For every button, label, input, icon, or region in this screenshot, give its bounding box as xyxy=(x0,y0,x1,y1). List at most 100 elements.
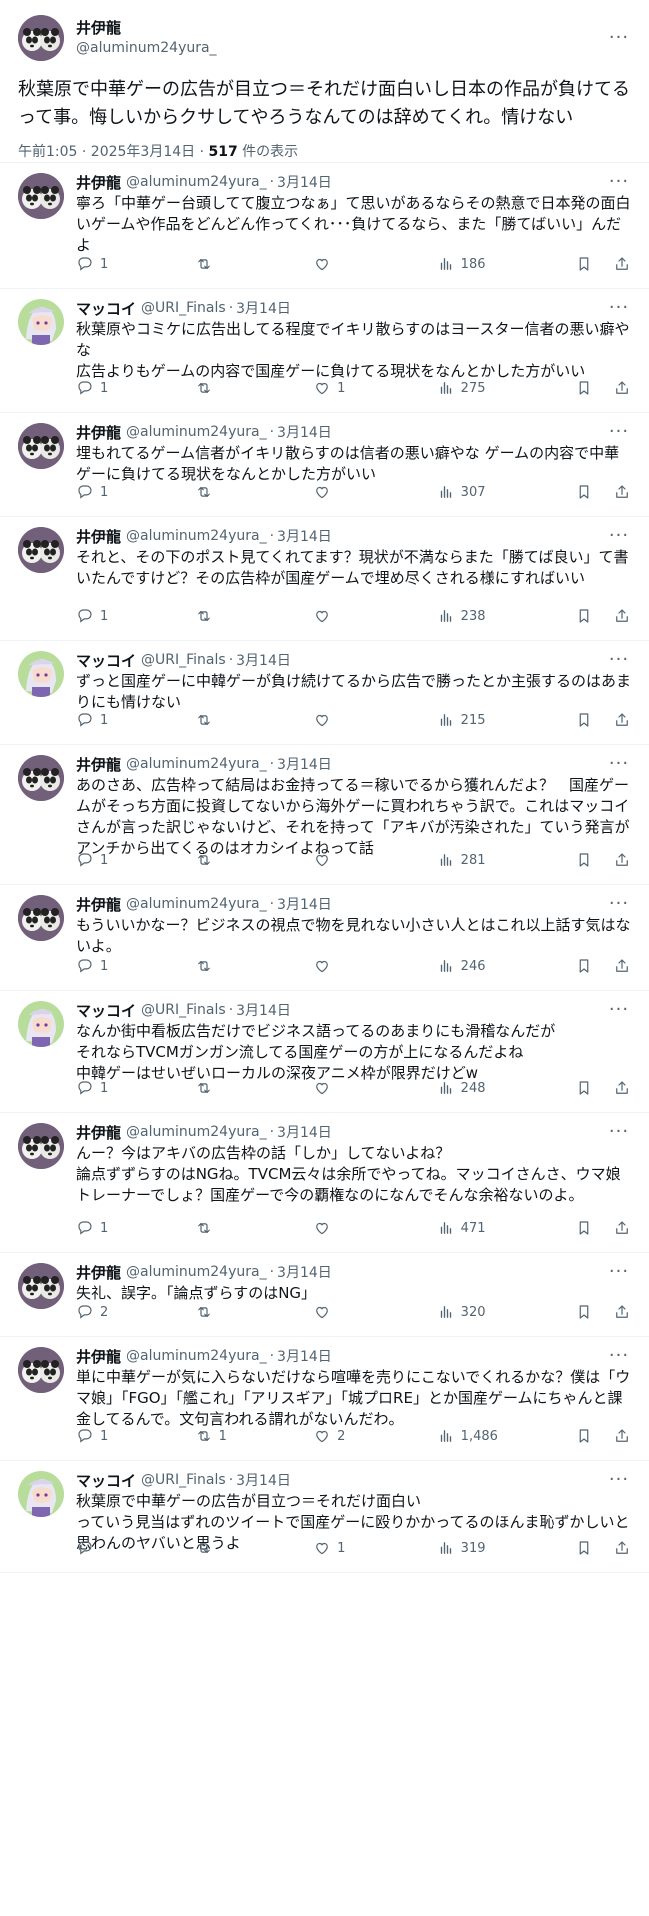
display-name[interactable]: マッコイ xyxy=(76,1470,136,1491)
more-options-icon[interactable]: ··· xyxy=(607,755,631,773)
user-handle[interactable]: @URI_Finals xyxy=(141,1002,226,1018)
reply-post[interactable]: 井伊龍 @aluminum24yura_ · 3月14日 ··· 埋もれてるゲーム信者がイ… xyxy=(0,413,649,517)
post-date[interactable]: 3月14日 xyxy=(277,422,332,442)
display-name[interactable]: 井伊龍 xyxy=(76,1262,121,1283)
like-button[interactable] xyxy=(313,255,437,273)
bookmark-button[interactable] xyxy=(575,1303,593,1321)
retweet-button[interactable] xyxy=(195,957,314,975)
post-date[interactable]: 3月14日 xyxy=(277,1346,332,1366)
reply-button[interactable]: 1 xyxy=(76,1427,195,1445)
more-options-icon[interactable]: ··· xyxy=(607,1123,631,1141)
share-button[interactable] xyxy=(613,1427,631,1445)
bookmark-button[interactable] xyxy=(575,255,593,273)
avatar[interactable] xyxy=(18,299,64,345)
retweet-button[interactable] xyxy=(195,711,314,729)
reply-button[interactable]: 1 xyxy=(76,483,195,501)
views-button[interactable]: 471 xyxy=(437,1219,575,1237)
reply-post[interactable]: マッコイ @URI_Finals · 3月14日 ··· なんか街中看板広告だけでビジネス… xyxy=(0,991,649,1113)
share-button[interactable] xyxy=(613,1219,631,1237)
display-name[interactable]: マッコイ xyxy=(76,1000,136,1021)
reply-post[interactable]: マッコイ @URI_Finals · 3月14日 ··· ずっと国産ゲーに中韓ゲーが負け続… xyxy=(0,641,649,745)
display-name[interactable]: マッコイ xyxy=(76,650,136,671)
reply-post[interactable]: 井伊龍 @aluminum24yura_ · 3月14日 ··· 寧ろ「中華ゲー台頭してて… xyxy=(0,163,649,289)
reply-button[interactable]: 1 xyxy=(76,379,195,397)
reply-post[interactable]: 井伊龍 @aluminum24yura_ · 3月14日 ··· 失礼、誤字。「論点ずらす… xyxy=(0,1253,649,1337)
user-handle[interactable]: @aluminum24yura_ xyxy=(126,1348,267,1364)
views-button[interactable]: 319 xyxy=(437,1539,575,1557)
retweet-button[interactable] xyxy=(195,607,314,625)
reply-button[interactable]: 1 xyxy=(76,607,195,625)
avatar[interactable] xyxy=(18,755,64,801)
reply-post[interactable]: 井伊龍 @aluminum24yura_ · 3月14日 ··· んー？今はアキバの広告枠… xyxy=(0,1113,649,1253)
display-name[interactable]: 井伊龍 xyxy=(76,1122,121,1143)
avatar[interactable] xyxy=(18,1263,64,1309)
share-button[interactable] xyxy=(613,851,631,869)
like-button[interactable] xyxy=(313,1079,437,1097)
avatar[interactable] xyxy=(18,1471,64,1517)
more-options-icon[interactable]: ··· xyxy=(607,1001,631,1019)
more-options-icon[interactable]: ··· xyxy=(607,895,631,913)
post-date[interactable]: 3月14日 xyxy=(236,1470,291,1490)
retweet-button[interactable] xyxy=(195,1219,314,1237)
user-handle[interactable]: @aluminum24yura_ xyxy=(126,896,267,912)
reply-post[interactable]: 井伊龍 @aluminum24yura_ · 3月14日 ··· 単に中華ゲーが気に入らな… xyxy=(0,1337,649,1461)
share-button[interactable] xyxy=(613,711,631,729)
user-handle[interactable]: @aluminum24yura_ xyxy=(126,1264,267,1280)
user-handle[interactable]: @URI_Finals xyxy=(141,1472,226,1488)
like-button[interactable] xyxy=(313,1303,437,1321)
avatar[interactable] xyxy=(18,1001,64,1047)
bookmark-button[interactable] xyxy=(575,1427,593,1445)
views-button[interactable]: 275 xyxy=(437,379,575,397)
reply-button[interactable]: 1 xyxy=(76,851,195,869)
reply-button[interactable]: 1 xyxy=(76,957,195,975)
display-name[interactable]: 井伊龍 xyxy=(76,1346,121,1367)
bookmark-button[interactable] xyxy=(575,379,593,397)
bookmark-button[interactable] xyxy=(575,1219,593,1237)
display-name[interactable]: 井伊龍 xyxy=(76,18,217,38)
views-button[interactable]: 320 xyxy=(437,1303,575,1321)
views-button[interactable]: 307 xyxy=(437,483,575,501)
display-name[interactable]: 井伊龍 xyxy=(76,894,121,915)
avatar[interactable] xyxy=(18,15,64,61)
more-options-icon[interactable]: ··· xyxy=(607,527,631,545)
avatar[interactable] xyxy=(18,423,64,469)
like-button[interactable]: 2 xyxy=(313,1427,437,1445)
like-button[interactable] xyxy=(313,851,437,869)
share-button[interactable] xyxy=(613,379,631,397)
more-options-icon[interactable]: ··· xyxy=(607,651,631,669)
reply-post[interactable]: 井伊龍 @aluminum24yura_ · 3月14日 ··· それと、その下のポスト見… xyxy=(0,517,649,641)
user-handle[interactable]: @aluminum24yura_ xyxy=(126,174,267,190)
retweet-button[interactable]: 1 xyxy=(195,1427,314,1445)
views-button[interactable]: 238 xyxy=(437,607,575,625)
like-button[interactable]: 1 xyxy=(313,379,437,397)
more-options-icon[interactable]: ··· xyxy=(607,29,631,47)
bookmark-button[interactable] xyxy=(575,957,593,975)
avatar[interactable] xyxy=(18,173,64,219)
display-name[interactable]: 井伊龍 xyxy=(76,422,121,443)
avatar[interactable] xyxy=(18,651,64,697)
post-date[interactable]: 3月14日 xyxy=(277,1122,332,1142)
post-date[interactable]: 3月14日 xyxy=(236,298,291,318)
views-button[interactable]: 246 xyxy=(437,957,575,975)
views-button[interactable]: 186 xyxy=(437,255,575,273)
reply-button[interactable]: 1 xyxy=(76,1219,195,1237)
bookmark-button[interactable] xyxy=(575,483,593,501)
more-options-icon[interactable]: ··· xyxy=(607,299,631,317)
like-button[interactable] xyxy=(313,957,437,975)
views-button[interactable]: 281 xyxy=(437,851,575,869)
views-button[interactable]: 1,486 xyxy=(437,1427,575,1445)
bookmark-button[interactable] xyxy=(575,711,593,729)
bookmark-button[interactable] xyxy=(575,851,593,869)
share-button[interactable] xyxy=(613,1079,631,1097)
more-options-icon[interactable]: ··· xyxy=(607,423,631,441)
post-date[interactable]: 3月14日 xyxy=(277,894,332,914)
user-handle[interactable]: @URI_Finals xyxy=(141,652,226,668)
reply-post[interactable]: マッコイ @URI_Finals · 3月14日 ··· 秋葉原で中華ゲーの広告が目立つ＝… xyxy=(0,1461,649,1573)
bookmark-button[interactable] xyxy=(575,1539,593,1557)
views-button[interactable]: 215 xyxy=(437,711,575,729)
display-name[interactable]: マッコイ xyxy=(76,298,136,319)
reply-button[interactable]: 1 xyxy=(76,711,195,729)
like-button[interactable] xyxy=(313,607,437,625)
retweet-button[interactable] xyxy=(195,483,314,501)
more-options-icon[interactable]: ··· xyxy=(607,1263,631,1281)
